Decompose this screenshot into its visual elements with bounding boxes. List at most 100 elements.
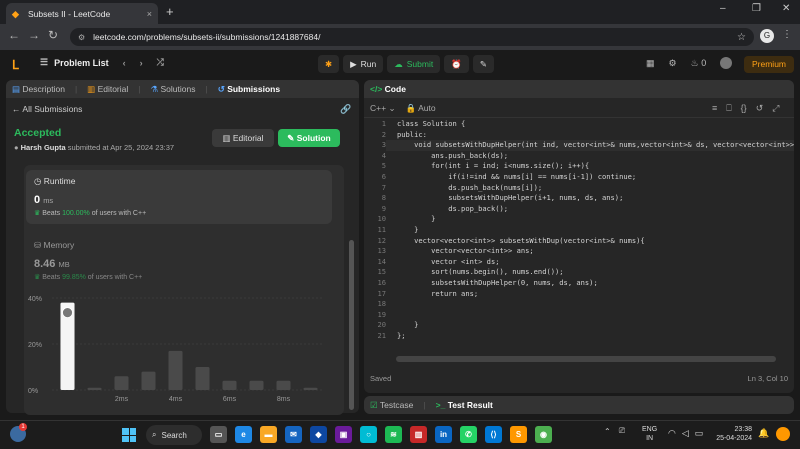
chrome-icon[interactable]: ◉ bbox=[535, 426, 552, 443]
tab-testcase[interactable]: ☑ Testcase bbox=[370, 400, 413, 411]
code-editor[interactable]: 1 class Solution {2 public: 3 void subsetsW… bbox=[364, 119, 794, 371]
notes-button[interactable]: ✎ bbox=[472, 55, 494, 73]
back-arrow-icon[interactable]: ← bbox=[8, 28, 20, 42]
chart-bar[interactable] bbox=[141, 371, 156, 390]
profile-avatar[interactable]: G bbox=[760, 29, 774, 43]
spotify-icon[interactable]: ≋ bbox=[385, 426, 402, 443]
prev-problem-icon[interactable]: ‹ bbox=[123, 58, 126, 68]
cast-icon[interactable]: ⎚ bbox=[619, 426, 625, 436]
leetcode-logo-icon[interactable]: ᒪ bbox=[12, 58, 19, 72]
whatsapp-icon[interactable]: ✆ bbox=[460, 426, 477, 443]
code-line[interactable]: subsetsWithDupHelper(0, nums, ds, ans); bbox=[397, 278, 598, 287]
layout-icon[interactable]: ▦ bbox=[646, 58, 655, 69]
status-icons[interactable]: ◠ ◁ ▭ bbox=[668, 428, 703, 439]
debug-button[interactable]: ✱ bbox=[318, 55, 340, 73]
code-line[interactable]: class Solution { bbox=[397, 119, 465, 128]
browser-menu-icon[interactable]: ⋮ bbox=[782, 29, 792, 40]
share-link-icon[interactable]: 🔗 bbox=[340, 104, 351, 115]
copilot-icon[interactable] bbox=[776, 427, 790, 441]
code-line[interactable]: for(int i = ind; i<nums.size(); i++){ bbox=[397, 161, 589, 170]
code-line[interactable]: ans.push_back(ds); bbox=[397, 151, 508, 160]
code-line[interactable]: vector<vector<int>> ans; bbox=[397, 246, 534, 255]
tab-editorial[interactable]: ▥ Editorial bbox=[87, 84, 128, 95]
url-bar[interactable]: ⚙ leetcode.com/problems/subsets-ii/submi… bbox=[70, 28, 754, 46]
restore-icon[interactable]: ❐ bbox=[752, 3, 761, 14]
mail-icon[interactable]: ✉ bbox=[285, 426, 302, 443]
code-line[interactable]: void subsetsWithDupHelper(int ind, vecto… bbox=[397, 140, 794, 149]
notification-bell-icon[interactable]: 🔔 bbox=[758, 428, 769, 439]
tab-description[interactable]: ▤ Description bbox=[12, 84, 65, 95]
code-line[interactable]: public: bbox=[397, 130, 427, 139]
bookmark-icon[interactable]: ⎕ bbox=[726, 103, 731, 114]
sublime-icon[interactable]: S bbox=[510, 426, 527, 443]
fullscreen-icon[interactable]: ⤢ bbox=[772, 103, 779, 114]
chart-bar[interactable] bbox=[249, 380, 264, 390]
code-line[interactable]: if(i!=ind && nums[i] == nums[i-1]) conti… bbox=[397, 172, 636, 181]
vscode-icon[interactable]: ⟨⟩ bbox=[485, 426, 502, 443]
office-icon[interactable]: ▥ bbox=[410, 426, 427, 443]
reset-icon[interactable]: ↺ bbox=[756, 103, 764, 114]
windows-start-icon[interactable] bbox=[122, 428, 136, 442]
timer-button[interactable]: ⏰ bbox=[444, 55, 469, 73]
next-problem-icon[interactable]: › bbox=[140, 58, 143, 68]
bookmark-star-icon[interactable]: ☆ bbox=[737, 32, 746, 43]
chart-bar[interactable] bbox=[87, 387, 102, 390]
language-indicator[interactable]: ENG IN bbox=[642, 425, 657, 443]
chart-bar[interactable] bbox=[222, 380, 237, 390]
site-info-icon[interactable]: ⚙ bbox=[78, 33, 85, 42]
user-avatar[interactable] bbox=[720, 57, 733, 69]
code-line[interactable]: ds.push_back(nums[i]); bbox=[397, 183, 542, 192]
chart-bar[interactable] bbox=[114, 376, 129, 390]
shuffle-icon[interactable]: ⤮ bbox=[157, 57, 164, 68]
solution-button[interactable]: ✎ Solution bbox=[278, 129, 340, 147]
chart-bar[interactable] bbox=[168, 350, 183, 390]
code-line[interactable]: }; bbox=[397, 331, 406, 340]
dropbox-icon[interactable]: ◆ bbox=[310, 426, 327, 443]
editorial-button[interactable]: ▥ Editorial bbox=[212, 129, 274, 147]
code-line[interactable]: } bbox=[397, 225, 418, 234]
code-line[interactable]: } bbox=[397, 214, 435, 223]
forward-arrow-icon[interactable]: → bbox=[28, 28, 40, 42]
author-name[interactable]: Harsh Gupta bbox=[21, 143, 66, 152]
close-tab-icon[interactable]: × bbox=[147, 9, 152, 19]
task-view-icon[interactable]: ▭ bbox=[210, 426, 227, 443]
browser-tab[interactable]: ◆ Subsets II - LeetCode × bbox=[6, 3, 158, 24]
code-line[interactable]: sort(nums.begin(), nums.end()); bbox=[397, 267, 563, 276]
premium-button[interactable]: Premium bbox=[744, 56, 795, 73]
code-tab[interactable]: </> Code bbox=[370, 84, 406, 94]
linkedin-icon[interactable]: in bbox=[435, 426, 452, 443]
submit-button[interactable]: ☁ Submit bbox=[387, 55, 441, 73]
code-line[interactable]: vector<vector<int>> subsetsWithDup(vecto… bbox=[397, 236, 645, 245]
taskbar-clock[interactable]: 23:38 25-04-2024 bbox=[712, 425, 752, 443]
code-line[interactable]: subsetsWithDupHelper(i+1, nums, ds, ans)… bbox=[397, 193, 623, 202]
settings-gear-icon[interactable]: ⚙ bbox=[669, 58, 677, 69]
chevron-up-icon[interactable]: ⌃ bbox=[604, 427, 611, 436]
tab-submissions[interactable]: ↺ Submissions bbox=[218, 84, 280, 95]
format-icon[interactable]: ≡ bbox=[712, 103, 717, 114]
close-window-icon[interactable]: ✕ bbox=[782, 3, 790, 14]
code-line[interactable]: return ans; bbox=[397, 289, 478, 298]
chart-bar[interactable] bbox=[303, 387, 318, 390]
chart-bar[interactable] bbox=[276, 380, 291, 390]
chart-bar[interactable] bbox=[195, 367, 210, 390]
coins-group[interactable]: ♨ 0 bbox=[691, 58, 707, 69]
all-submissions-link[interactable]: ← All Submissions bbox=[12, 104, 82, 114]
cortana-icon[interactable]: ○ bbox=[360, 426, 377, 443]
horizontal-scrollbar[interactable] bbox=[396, 356, 776, 362]
braces-icon[interactable]: {} bbox=[741, 103, 747, 114]
left-scrollbar[interactable] bbox=[349, 240, 354, 410]
file-explorer-icon[interactable]: ▬ bbox=[260, 426, 277, 443]
language-select[interactable]: C++ ⌄ bbox=[370, 103, 396, 114]
tab-test-result[interactable]: >_ Test Result bbox=[436, 400, 493, 410]
code-line[interactable]: ds.pop_back(); bbox=[397, 204, 508, 213]
autocomplete-mode[interactable]: 🔒 Auto bbox=[406, 103, 436, 114]
minimize-icon[interactable]: – bbox=[720, 3, 726, 14]
run-button[interactable]: ▶ Run bbox=[343, 55, 384, 73]
reload-icon[interactable]: ↻ bbox=[48, 28, 58, 42]
edge-icon[interactable]: e bbox=[235, 426, 252, 443]
tab-solutions[interactable]: ⚗ Solutions bbox=[151, 84, 196, 95]
memory-label[interactable]: ⛁ Memory bbox=[34, 240, 74, 251]
taskbar-search[interactable]: ⌕ Search bbox=[146, 425, 202, 445]
code-line[interactable]: } bbox=[397, 320, 418, 329]
problem-list-link[interactable]: Problem List bbox=[54, 58, 109, 68]
